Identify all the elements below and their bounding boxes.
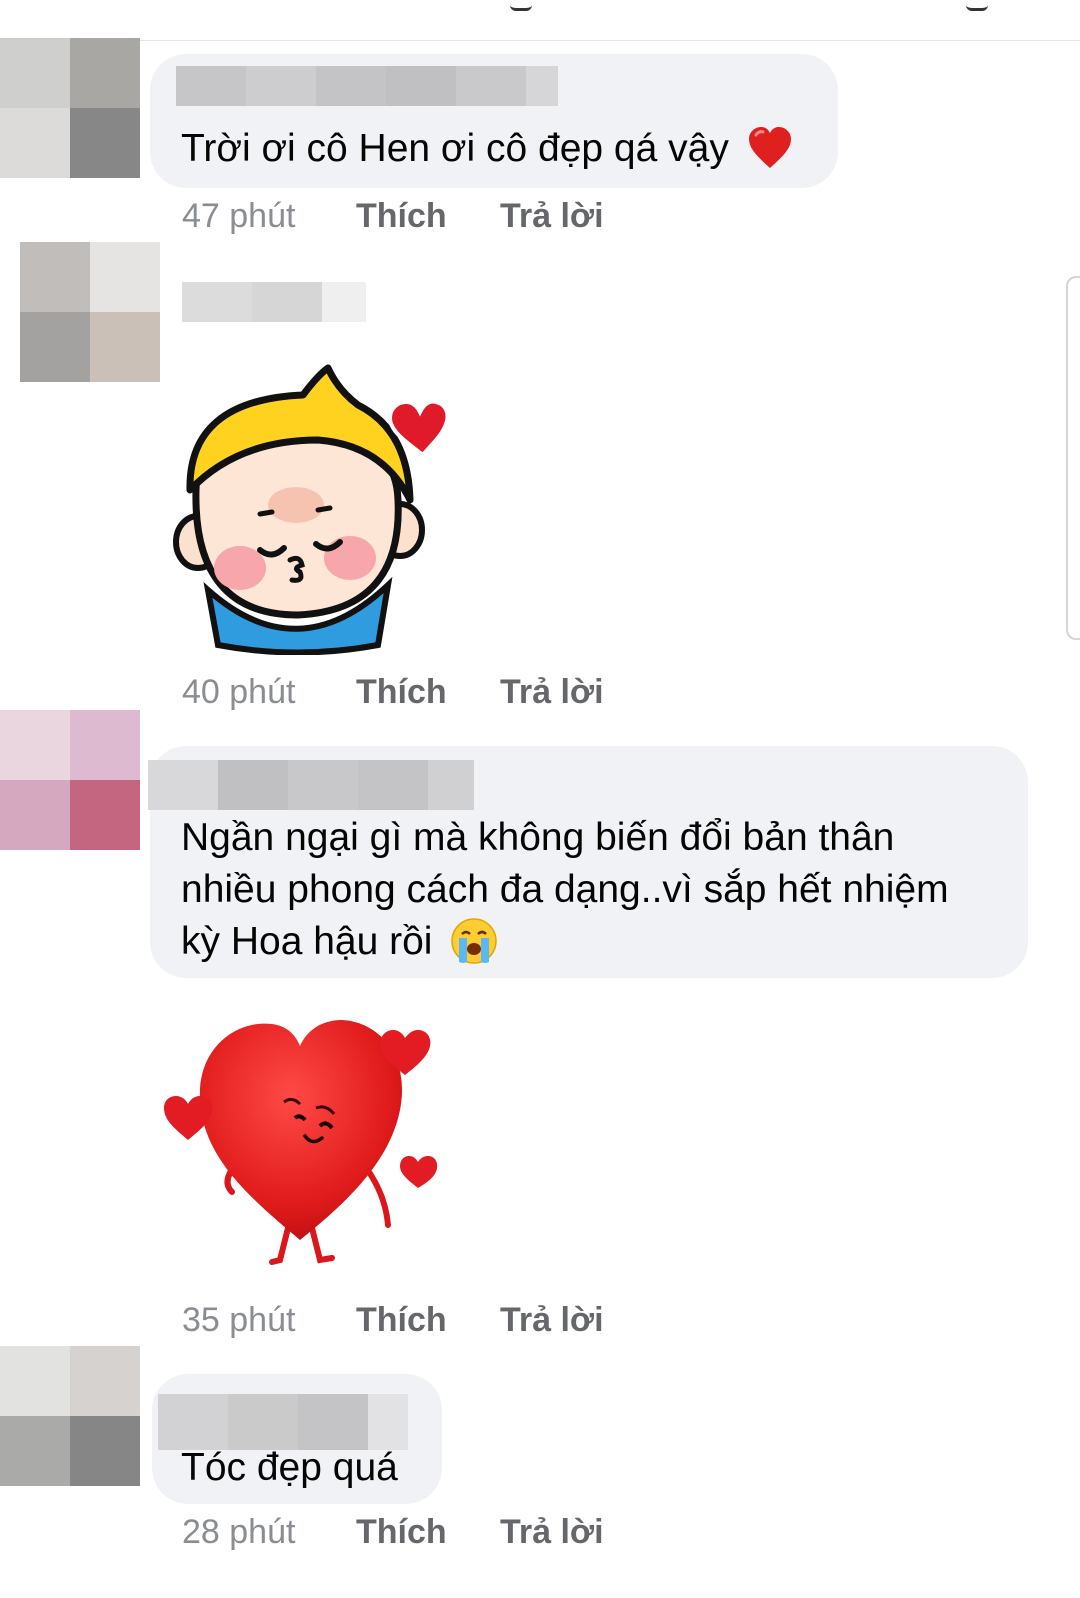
- comment-text-3: Ngần ngại gì mà không biến đổi bản thân …: [181, 812, 949, 968]
- blurred-author-name[interactable]: [176, 66, 558, 106]
- avatar[interactable]: [0, 1346, 140, 1486]
- crying-face-emoji-icon: [451, 917, 498, 964]
- top-fragment-icon: [510, 0, 532, 11]
- reply-button[interactable]: Trả lời: [500, 673, 604, 712]
- avatar[interactable]: [20, 242, 160, 382]
- comment-time: 28 phút: [182, 1512, 296, 1551]
- top-fragment-icon: [966, 0, 988, 11]
- blurred-author-name[interactable]: [148, 760, 474, 810]
- reply-button[interactable]: Trả lời: [500, 197, 604, 236]
- comment-meta: 47 phút Thích Trả lời: [182, 194, 604, 238]
- avatar[interactable]: [0, 38, 140, 178]
- baby-kiss-sticker[interactable]: [168, 360, 458, 655]
- blurred-author-name[interactable]: [182, 282, 366, 322]
- blurred-author-name[interactable]: [158, 1394, 408, 1450]
- comment-time: 47 phút: [182, 196, 296, 235]
- reply-button[interactable]: Trả lời: [500, 1301, 604, 1340]
- like-button[interactable]: Thích: [356, 1301, 500, 1340]
- comment-text-1: Trời ơi cô Hen ơi cô đẹp qá vậy: [181, 123, 794, 175]
- comment-line: kỳ Hoa hậu rồi: [181, 916, 949, 968]
- top-divider: [140, 40, 1080, 41]
- comment-line: Ngần ngại gì mà không biến đổi bản thân: [181, 816, 895, 859]
- heart-emoji-icon: [748, 126, 791, 168]
- like-button[interactable]: Thích: [356, 1513, 500, 1552]
- comment-meta: 28 phút Thích Trả lời: [182, 1510, 604, 1554]
- comment-meta: 40 phút Thích Trả lời: [182, 670, 604, 714]
- comment-meta: 35 phút Thích Trả lời: [182, 1298, 604, 1342]
- like-button[interactable]: Thích: [356, 673, 500, 712]
- avatar[interactable]: [0, 710, 140, 850]
- like-button[interactable]: Thích: [356, 197, 500, 236]
- comment-time: 40 phút: [182, 672, 296, 711]
- comment-line: nhiều phong cách đa dạng..vì sắp hết nhi…: [181, 868, 949, 911]
- reply-button[interactable]: Trả lời: [500, 1513, 604, 1552]
- heart-character-sticker[interactable]: [160, 1010, 450, 1270]
- scrollbar[interactable]: [1066, 276, 1080, 640]
- comment-time: 35 phút: [182, 1300, 296, 1339]
